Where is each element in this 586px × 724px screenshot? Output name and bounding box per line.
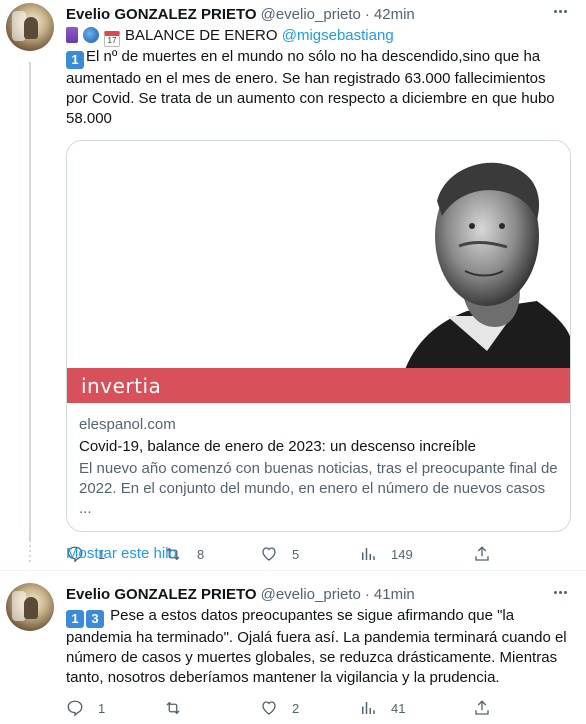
tweet-text: 13 Pese a estos datos preocupantes se si… — [66, 606, 570, 688]
show-thread-link[interactable]: Mostrar este hilo — [66, 545, 177, 562]
avatar[interactable] — [6, 3, 54, 51]
portrait-illustration — [397, 162, 570, 403]
tweet-2[interactable]: Evelio GONZALEZ PRIETO @evelio_prieto · … — [0, 583, 586, 718]
like-button[interactable]: 2 — [260, 699, 359, 717]
more-icon[interactable] — [550, 585, 570, 599]
card-info: elespanol.com Covid-19, balance de enero… — [67, 403, 570, 531]
card-title[interactable]: Covid-19, balance de enero de 2023: un d… — [79, 437, 558, 457]
reply-count: 1 — [98, 700, 106, 716]
author-name[interactable]: Evelio GONZALEZ PRIETO — [66, 6, 257, 23]
tweet-actions: 1 2 41 — [66, 698, 570, 718]
more-icon[interactable] — [550, 4, 570, 18]
card-description: El nuevo año comenzó con buenas noticias… — [79, 460, 558, 517]
mention-link[interactable]: @migsebastiang — [282, 27, 394, 44]
book-icon — [66, 27, 78, 43]
timestamp[interactable]: 41min — [374, 586, 415, 603]
header-line: BALANCE DE ENERO — [125, 27, 278, 44]
keycap-icon: 1 — [66, 610, 84, 628]
brand-banner: invertia — [67, 368, 570, 403]
share-button[interactable] — [473, 699, 491, 717]
tweet-body: Pese a estos datos preocupantes se sigue… — [66, 607, 567, 686]
tweet-text: 17 BALANCE DE ENERO @migsebastiang 1 El nº… — [66, 26, 570, 129]
views-button[interactable]: 149 — [359, 545, 473, 563]
author-handle[interactable]: @evelio_prieto — [261, 6, 361, 23]
tweet-1[interactable]: Evelio GONZALEZ PRIETO @evelio_prieto · … — [0, 0, 586, 564]
retweet-count: 8 — [197, 546, 205, 562]
card-image: invertia — [67, 141, 570, 403]
views-icon — [362, 702, 375, 714]
calendar-icon: 17 — [104, 31, 120, 47]
author-name[interactable]: Evelio GONZALEZ PRIETO — [66, 586, 257, 603]
keycap-icon: 1 — [66, 51, 84, 69]
tweet-header: Evelio GONZALEZ PRIETO @evelio_prieto · … — [66, 583, 570, 605]
keycap-icon: 3 — [86, 610, 104, 628]
card-domain: elespanol.com — [79, 416, 176, 433]
like-button[interactable]: 5 — [260, 545, 359, 563]
separator-dot: · — [364, 5, 370, 23]
author-handle[interactable]: @evelio_prieto — [261, 586, 361, 603]
views-button[interactable]: 41 — [359, 699, 473, 717]
globe-icon — [83, 27, 99, 43]
share-icon — [475, 700, 489, 715]
share-icon — [475, 546, 489, 561]
retweet-button[interactable] — [163, 699, 260, 717]
tweet-divider — [0, 570, 586, 571]
share-button[interactable] — [473, 545, 491, 563]
views-count: 149 — [391, 546, 413, 562]
like-count: 5 — [292, 546, 300, 562]
views-count: 41 — [391, 700, 406, 716]
tweet-body: El nº de muertes en el mundo no sólo no … — [66, 48, 555, 127]
like-icon — [262, 547, 276, 561]
avatar[interactable] — [6, 583, 54, 631]
retweet-icon — [166, 701, 180, 715]
retweet-button[interactable]: 8 — [163, 545, 260, 563]
reply-icon — [67, 700, 83, 717]
like-icon — [262, 701, 276, 715]
separator-dot: · — [364, 585, 370, 603]
link-card[interactable]: invertia elespanol.com Covid-19, balance… — [66, 140, 571, 532]
timestamp[interactable]: 42min — [374, 6, 415, 23]
brand-logo: invertia — [81, 374, 162, 398]
views-icon — [362, 548, 375, 560]
reply-button[interactable]: 1 — [66, 699, 163, 717]
tweet-header: Evelio GONZALEZ PRIETO @evelio_prieto · … — [66, 3, 570, 25]
like-count: 2 — [292, 700, 300, 716]
